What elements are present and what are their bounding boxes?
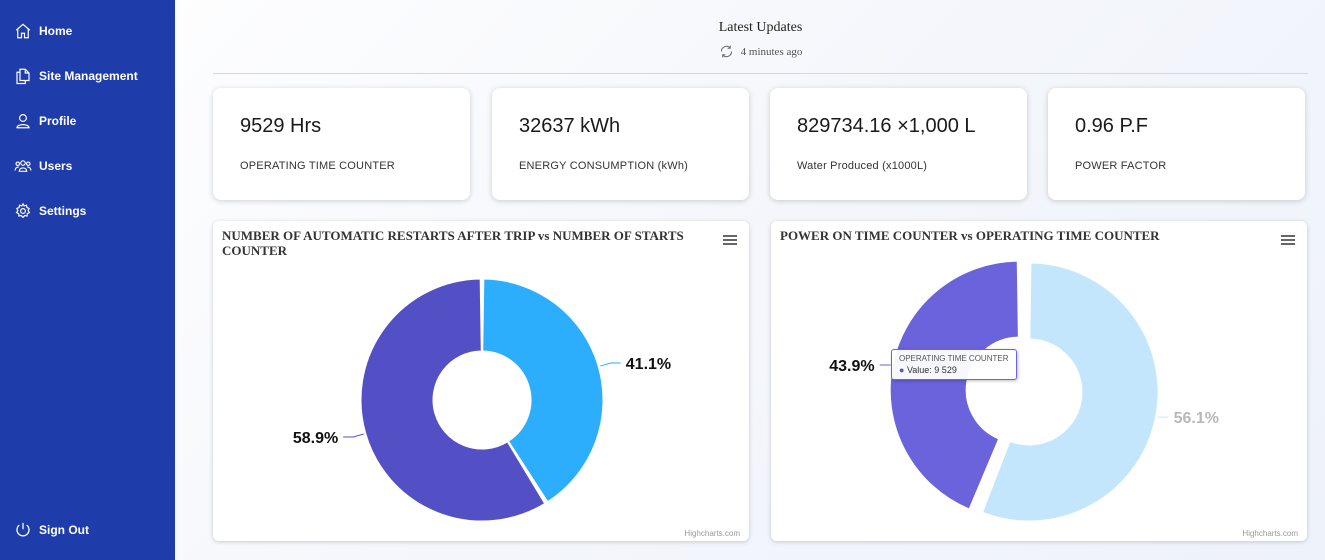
last-updated-text: 4 minutes ago (740, 45, 803, 58)
stat-label: POWER FACTOR (1075, 160, 1167, 172)
sign-out-button[interactable]: Sign Out (14, 519, 89, 541)
stat-label: ENERGY CONSUMPTION (kWh) (519, 160, 688, 172)
slice-label: 43.9% (829, 358, 874, 375)
hamburger-icon[interactable] (723, 234, 737, 246)
slice-label: 56.1% (1174, 410, 1219, 427)
donut-chart-restarts: 41.1% 58.9% (293, 278, 671, 522)
sidebar-item-label: Site Management (39, 69, 138, 83)
chart-title: NUMBER OF AUTOMATIC RESTARTS AFTER TRIP … (222, 228, 684, 258)
users-icon (14, 160, 32, 172)
page-title: Latest Updates (718, 20, 803, 35)
stat-card-energy-consumption: 32637 kWh ENERGY CONSUMPTION (kWh) (492, 88, 749, 200)
sidebar: Home Site Management Profile Users Setti… (0, 0, 175, 560)
stat-value: 9529 Hrs (240, 115, 322, 137)
last-updated: 4 minutes ago (213, 44, 1308, 59)
slice-label: 58.9% (293, 430, 338, 447)
chart-panel-restarts: 41.1% 58.9% NUMBER OF AUTOMATIC RESTARTS … (213, 221, 749, 541)
sidebar-item-settings[interactable]: Settings (14, 200, 86, 222)
sidebar-item-label: Users (39, 159, 73, 173)
donut-chart-power-on: 56.1% 43.9% (829, 260, 1219, 522)
documents-icon (16, 68, 30, 85)
chart-panel-power-on: 56.1% 43.9% POWER ON TIME COUNTER vs OPER… (771, 221, 1307, 541)
stat-card-power-factor: 0.96 P.F POWER FACTOR (1048, 88, 1305, 200)
sidebar-item-home[interactable]: Home (14, 20, 72, 42)
stat-label: Water Produced (x1000L) (797, 160, 928, 172)
user-icon (16, 114, 30, 129)
sidebar-item-site-management[interactable]: Site Management (14, 65, 138, 87)
home-icon (15, 23, 31, 39)
sidebar-item-profile[interactable]: Profile (14, 110, 76, 132)
refresh-icon[interactable] (719, 44, 734, 59)
stat-value: 0.96 P.F (1075, 115, 1149, 137)
tooltip-title: OPERATING TIME COUNTER (899, 354, 1009, 363)
chart-credit[interactable]: Highcharts.com (684, 529, 740, 538)
stat-label: OPERATING TIME COUNTER (240, 160, 395, 172)
stat-card-operating-time: 9529 Hrs OPERATING TIME COUNTER (213, 88, 470, 200)
stat-value: 32637 kWh (519, 115, 621, 137)
sidebar-item-users[interactable]: Users (14, 155, 72, 177)
stat-value: 829734.16 ×1,000 L (797, 115, 976, 137)
header-divider (213, 73, 1308, 74)
slice-connector (600, 362, 621, 367)
hamburger-icon[interactable] (1281, 234, 1295, 246)
slice-connector (343, 433, 364, 438)
power-icon (16, 522, 30, 537)
gear-icon (15, 202, 31, 219)
sidebar-item-label: Settings (39, 204, 87, 218)
chart-credit[interactable]: Highcharts.com (1242, 529, 1298, 538)
tooltip-value-text: Value: 9 529 (906, 365, 957, 375)
tooltip-value: ● Value: 9 529 (899, 365, 957, 375)
stat-card-water-produced: 829734.16 ×1,000 L Water Produced (x1000… (770, 88, 1027, 200)
sidebar-item-label: Profile (39, 114, 77, 128)
sign-out-label: Sign Out (39, 523, 89, 537)
slice-label: 41.1% (626, 356, 671, 373)
chart-title: POWER ON TIME COUNTER vs OPERATING TIME … (780, 228, 1160, 243)
sidebar-item-label: Home (39, 24, 73, 38)
chart-tooltip: OPERATING TIME COUNTER ● Value: 9 529 (891, 349, 1017, 380)
